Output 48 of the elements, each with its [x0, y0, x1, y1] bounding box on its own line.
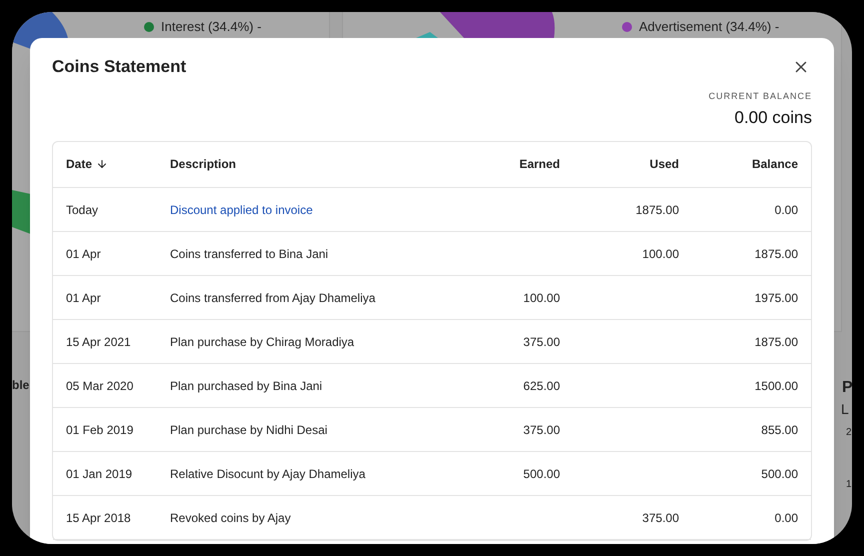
description-cell: Plan purchased by Bina Jani — [170, 378, 322, 392]
balance-cell: 1875.00 — [754, 334, 798, 348]
column-header[interactable]: Earned — [519, 155, 560, 174]
date-cell: 01 Apr — [66, 246, 101, 260]
card-text-fragment: P — [842, 378, 852, 398]
balance-cell: 855.00 — [761, 422, 798, 436]
date-cell: 15 Apr 2018 — [66, 510, 131, 524]
description-cell: Plan purchase by Chirag Moradiya — [170, 334, 354, 348]
earned-cell: 375.00 — [523, 422, 560, 436]
balance-label: CURRENT BALANCE — [708, 90, 812, 102]
column-header[interactable]: Description — [170, 155, 236, 174]
card-title-fragment: ble — [12, 377, 30, 394]
balance-cell: 0.00 — [774, 202, 798, 216]
date-cell: 01 Feb 2019 — [66, 422, 134, 436]
column-header[interactable]: Used — [650, 155, 679, 174]
card-text-fragment: 2 — [846, 426, 852, 440]
earned-cell: 100.00 — [523, 290, 560, 304]
earned-cell: 500.00 — [523, 466, 560, 480]
balance-cell: 1500.00 — [754, 378, 798, 392]
date-cell: Today — [66, 202, 98, 216]
description-link[interactable]: Discount applied to invoice — [170, 202, 313, 216]
date-cell: 01 Jan 2019 — [66, 466, 132, 480]
column-header[interactable]: Date — [66, 155, 108, 174]
balance-value: 0.00 coins — [734, 107, 812, 129]
legend-label: Advertisement (34.4%) - — [639, 18, 780, 36]
column-header[interactable]: Balance — [752, 155, 798, 174]
used-cell: 1875.00 — [636, 202, 679, 216]
description-cell: Relative Disocunt by Ajay Dhameliya — [170, 466, 366, 480]
used-cell: 375.00 — [642, 510, 679, 524]
balance-cell: 1975.00 — [754, 290, 798, 304]
dialog-title: Coins Statement — [52, 56, 186, 78]
description-cell: Plan purchase by Nidhi Desai — [170, 422, 328, 436]
date-cell: 01 Apr — [66, 290, 101, 304]
date-cell: 15 Apr 2021 — [66, 334, 131, 348]
description-cell: Revoked coins by Ajay — [170, 510, 291, 524]
date-cell: 05 Mar 2020 — [66, 378, 134, 392]
balance-cell: 1875.00 — [754, 246, 798, 260]
earned-cell: 625.00 — [523, 378, 560, 392]
balance-cell: 0.00 — [774, 510, 798, 524]
description-cell: Coins transferred to Bina Jani — [170, 246, 328, 260]
card-text-fragment: L — [841, 400, 849, 419]
used-cell: 100.00 — [642, 246, 679, 260]
sort-arrow-icon — [96, 158, 108, 170]
earned-cell: 375.00 — [523, 334, 560, 348]
balance-cell: 500.00 — [761, 466, 798, 480]
card-text-fragment: 1 — [846, 478, 852, 492]
legend-label: Interest (34.4%) - — [161, 18, 262, 36]
description-cell: Coins transferred from Ajay Dhameliya — [170, 290, 376, 304]
